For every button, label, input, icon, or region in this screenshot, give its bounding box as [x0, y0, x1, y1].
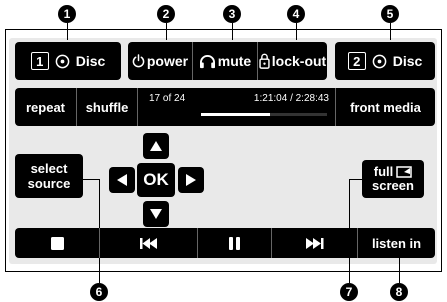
listen-in-button[interactable]: listen in	[358, 228, 435, 258]
callout-7-connector	[349, 179, 362, 180]
callout-1: 1	[58, 5, 76, 23]
left-arrow-button[interactable]	[109, 167, 135, 193]
select-source-line1: select	[30, 161, 68, 176]
select-source-line2: source	[27, 176, 71, 191]
ok-button[interactable]: OK	[137, 163, 175, 197]
callout-6: 6	[90, 283, 108, 301]
up-arrow-button[interactable]	[143, 133, 169, 159]
callout-3: 3	[223, 5, 241, 23]
callout-6-connector	[83, 179, 100, 180]
callout-1-leader	[67, 23, 68, 40]
next-track-button[interactable]	[272, 228, 357, 258]
repeat-label: repeat	[25, 99, 66, 115]
power-label: power	[146, 53, 189, 69]
callout-8-leader	[399, 258, 400, 283]
callout-4: 4	[287, 5, 305, 23]
full-screen-button[interactable]: full screen	[362, 160, 424, 198]
full-screen-line2: screen	[372, 178, 414, 193]
shuffle-button[interactable]: shuffle	[77, 88, 137, 126]
ok-label: OK	[143, 170, 169, 189]
elapsed-total-time: 1:21:04 / 2:28:43	[253, 93, 329, 104]
track-info: 17 of 24 1:21:04 / 2:28:43	[139, 88, 335, 126]
disc-icon	[372, 54, 387, 69]
full-screen-icon	[396, 166, 412, 178]
listen-in-label: listen in	[371, 235, 422, 251]
disc-1-label: Disc	[75, 53, 106, 69]
disc-2-label: Disc	[392, 53, 423, 69]
callout-7: 7	[340, 283, 358, 301]
lock-out-label: lock-out	[271, 53, 327, 69]
disc-2-number: 2	[347, 52, 366, 70]
callout-2: 2	[157, 5, 175, 23]
callout-5-leader	[390, 23, 391, 40]
media-bar: repeat shuffle 17 of 24 1:21:04 / 2:28:4…	[15, 88, 435, 126]
right-arrow-button[interactable]	[178, 167, 204, 193]
full-screen-line1: full	[373, 164, 394, 179]
callout-4-leader	[296, 23, 297, 40]
callout-2-leader	[166, 23, 167, 40]
transport-bar: listen in	[15, 228, 435, 258]
disc-1-button[interactable]: 1 Disc	[15, 42, 121, 80]
previous-track-button[interactable]	[100, 228, 197, 258]
next-track-icon	[305, 237, 324, 249]
track-counter: 17 of 24	[149, 93, 186, 104]
headphones-icon	[199, 54, 216, 69]
disc-icon	[55, 54, 70, 69]
disc-2-button[interactable]: 2 Disc	[335, 42, 435, 80]
lock-icon	[259, 53, 270, 69]
callout-3-leader	[232, 23, 233, 40]
repeat-button[interactable]: repeat	[15, 88, 76, 126]
previous-track-icon	[139, 237, 158, 249]
select-source-button[interactable]: select source	[15, 154, 83, 198]
progress-track[interactable]	[201, 113, 327, 116]
pause-button[interactable]	[198, 228, 271, 258]
power-icon	[132, 54, 145, 68]
pause-icon	[229, 236, 240, 250]
down-arrow-button[interactable]	[143, 201, 169, 227]
callout-8: 8	[390, 283, 408, 301]
down-arrow-icon	[150, 209, 162, 219]
up-arrow-icon	[150, 141, 162, 151]
front-media-label: front media	[350, 99, 421, 115]
front-media-button[interactable]: front media	[336, 88, 435, 126]
callout-5: 5	[381, 5, 399, 23]
rear-controls-group: power mute lock-out	[128, 42, 327, 80]
mute-button[interactable]: mute	[193, 42, 257, 80]
progress-fill	[201, 113, 271, 116]
stop-icon	[50, 236, 64, 250]
power-button[interactable]: power	[128, 42, 192, 80]
left-arrow-icon	[117, 174, 127, 186]
stop-button[interactable]	[15, 228, 99, 258]
disc-1-number: 1	[30, 52, 49, 70]
shuffle-label: shuffle	[85, 99, 129, 115]
mute-label: mute	[217, 53, 252, 69]
right-arrow-icon	[186, 174, 196, 186]
lock-out-button[interactable]: lock-out	[258, 42, 327, 80]
divider	[137, 88, 138, 126]
